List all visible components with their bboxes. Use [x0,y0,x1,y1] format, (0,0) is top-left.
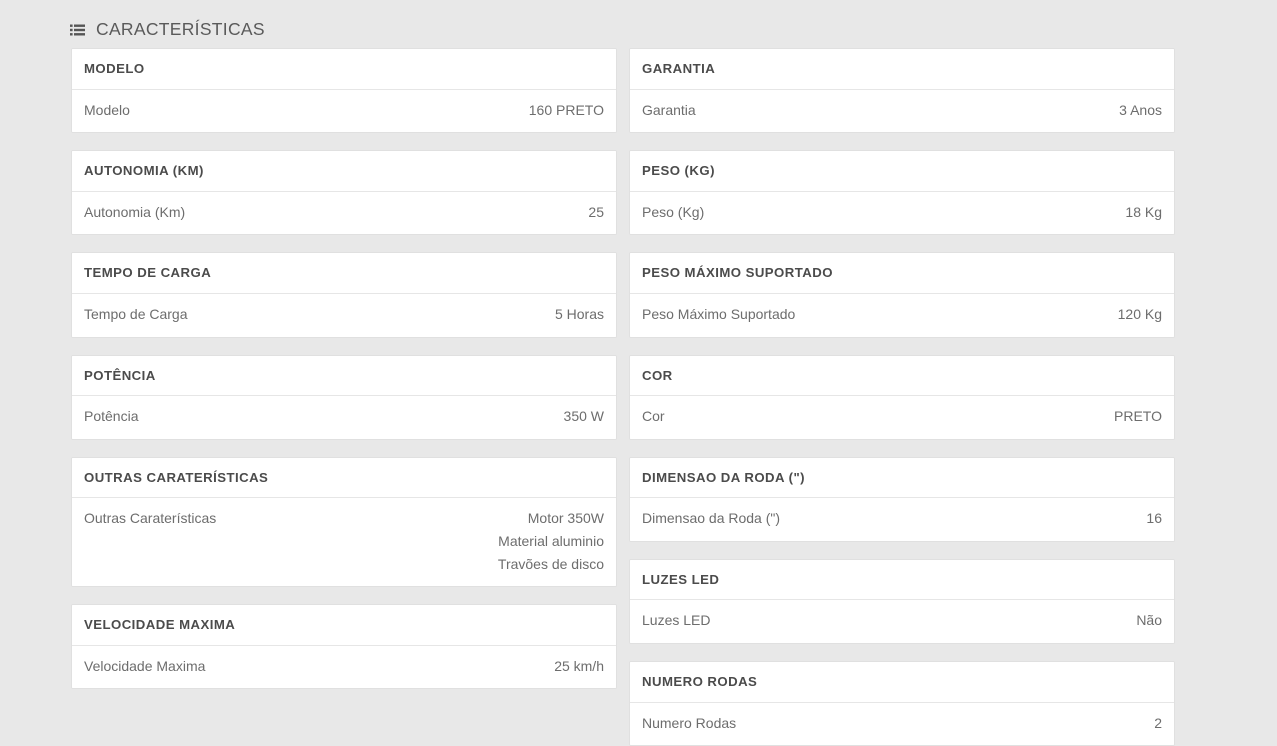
spec-card-header: DIMENSAO DA RODA (") [630,457,1174,499]
spec-card-peso: PESO (KG) Peso (Kg) 18 Kg [629,150,1175,236]
spec-value: 16 [1146,510,1162,527]
spec-card-header: NUMERO RODAS [630,662,1174,703]
spec-value: 5 Horas [554,305,604,322]
spec-card-modelo: MODELO Modelo 160 PRETO [71,48,617,134]
spec-value: 25 km/h [554,657,604,674]
spec-value: 120 Kg [1117,305,1162,322]
spec-value: 350 W [563,408,604,425]
spec-card-header: OUTRAS CARATERÍSTICAS [72,457,616,499]
spec-card-header: MODELO [72,49,616,90]
spec-value: Não [1136,612,1162,629]
spec-card-autonomia: AUTONOMIA (KM) Autonomia (Km) 25 [71,150,617,236]
right-column: GARANTIA Garantia 3 Anos PESO (KG) Peso … [629,48,1175,746]
spec-label: Peso (Kg) [642,203,705,220]
spec-value: Motor 350W Material aluminio Travões de … [497,510,604,572]
spec-row: Luzes LED Não [630,600,1174,644]
spec-row: Garantia 3 Anos [630,89,1174,133]
page-title: CARACTERÍSTICAS [96,18,265,39]
spec-value: 3 Anos [1119,101,1162,118]
list-icon [70,22,85,36]
spec-label: Cor [642,408,665,425]
spec-label: Outras Caraterísticas [84,510,217,527]
spec-row: Cor PRETO [630,396,1174,439]
spec-card-header: PESO (KG) [630,151,1174,192]
spec-card-garantia: GARANTIA Garantia 3 Anos [629,48,1175,134]
spec-label: Autonomia (Km) [84,203,186,220]
spec-card-potencia: POTÊNCIA Potência 350 W [71,354,617,440]
specifications-page: CARACTERÍSTICAS MODELO Modelo 160 PRETO … [0,0,1277,746]
spec-row: Numero Rodas 2 [630,702,1174,746]
spec-card-header: COR [630,355,1174,397]
spec-row: Autonomia (Km) 25 [72,191,616,235]
spec-value: 18 Kg [1125,203,1162,220]
spec-label: Peso Máximo Suportado [642,305,796,322]
spec-card-header: TEMPO DE CARGA [72,253,616,294]
spec-row: Modelo 160 PRETO [72,89,616,133]
spec-card-luzes-led: LUZES LED Luzes LED Não [629,558,1175,645]
spec-card-outras-caracteristicas: OUTRAS CARATERÍSTICAS Outras Caraterísti… [71,456,617,588]
spec-value: 2 [1154,714,1162,731]
spec-card-header: VELOCIDADE MAXIMA [72,605,616,646]
spec-row: Peso (Kg) 18 Kg [630,191,1174,235]
spec-value: 160 PRETO [528,101,604,118]
spec-label: Potência [84,408,139,425]
spec-label: Luzes LED [642,612,711,629]
spec-card-header: POTÊNCIA [72,355,616,397]
spec-card-tempo-de-carga: TEMPO DE CARGA Tempo de Carga 5 Horas [71,252,617,338]
spec-row: Dimensao da Roda (") 16 [630,498,1174,541]
spec-label: Modelo [84,101,130,118]
spec-row: Outras Caraterísticas Motor 350W Materia… [72,498,616,587]
spec-row: Potência 350 W [72,396,616,439]
spec-label: Dimensao da Roda (") [642,510,781,527]
spec-card-cor: COR Cor PRETO [629,354,1175,440]
spec-card-dimensao-da-roda: DIMENSAO DA RODA (") Dimensao da Roda ("… [629,456,1175,542]
spec-card-header: LUZES LED [630,559,1174,601]
spec-card-header: AUTONOMIA (KM) [72,151,616,192]
left-column: MODELO Modelo 160 PRETO AUTONOMIA (KM) A… [71,48,617,690]
spec-row: Tempo de Carga 5 Horas [72,293,616,337]
spec-row: Velocidade Maxima 25 km/h [72,645,616,689]
spec-card-header: PESO MÁXIMO SUPORTADO [630,253,1174,294]
spec-label: Tempo de Carga [84,305,188,322]
spec-label: Velocidade Maxima [84,657,206,674]
spec-value: 25 [588,203,604,220]
spec-value: PRETO [1114,408,1162,425]
section-header: CARACTERÍSTICAS [0,0,1277,40]
specifications-columns: MODELO Modelo 160 PRETO AUTONOMIA (KM) A… [0,40,1277,746]
spec-card-velocidade-maxima: VELOCIDADE MAXIMA Velocidade Maxima 25 k… [71,604,617,690]
spec-label: Numero Rodas [642,714,737,731]
spec-label: Garantia [642,101,696,118]
spec-card-numero-rodas: NUMERO RODAS Numero Rodas 2 [629,661,1175,746]
spec-card-header: GARANTIA [630,49,1174,90]
spec-row: Peso Máximo Suportado 120 Kg [630,293,1174,337]
spec-card-peso-maximo-suportado: PESO MÁXIMO SUPORTADO Peso Máximo Suport… [629,252,1175,338]
